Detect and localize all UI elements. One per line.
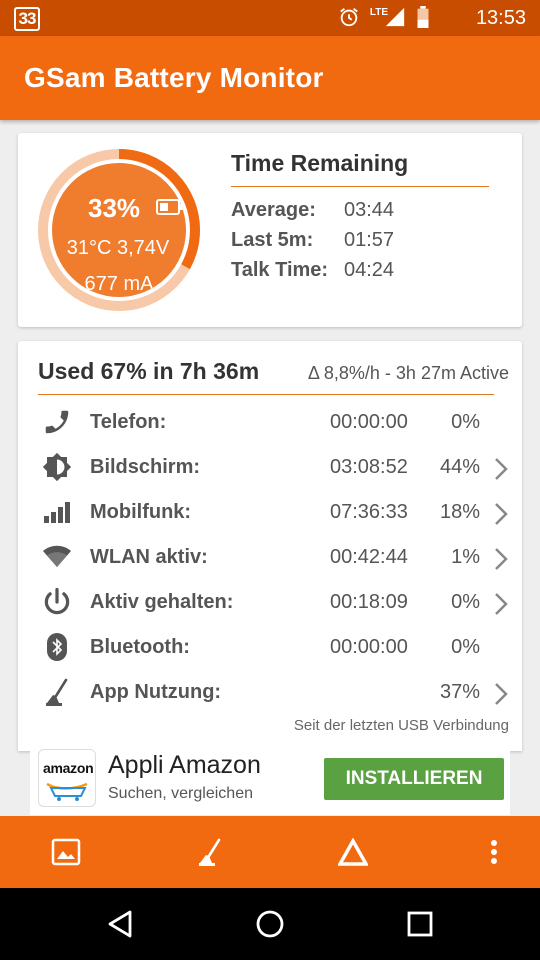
usage-row-app-nutzung[interactable]: App Nutzung: 37% (18, 671, 522, 716)
screen-brightness-icon (40, 450, 74, 484)
chevron-right-icon (495, 593, 508, 615)
status-icons: LTE (338, 6, 430, 28)
chevron-right-icon (495, 683, 508, 705)
time-remaining-value: 01:57 (344, 229, 395, 251)
usage-name: Bluetooth: (90, 636, 190, 658)
broom-icon (40, 675, 74, 709)
usage-row-bluetooth: Bluetooth: 00:00:00 0% (18, 626, 522, 671)
usage-time: 00:18:09 (330, 591, 408, 613)
usage-row-bildschirm[interactable]: Bildschirm: 03:08:52 44% (18, 446, 522, 491)
usage-footnote: Seit der letzten USB Verbindung (293, 717, 509, 734)
time-remaining-label: Last 5m: (231, 229, 314, 251)
delta-icon[interactable] (337, 836, 369, 868)
battery-temp-voltage: 31°C 3,74V (66, 237, 170, 259)
usage-percent: 18% (439, 501, 480, 523)
bluetooth-icon (40, 630, 74, 664)
usage-time: 00:00:00 (330, 636, 408, 658)
phone-icon (40, 405, 74, 439)
usage-percent: 44% (439, 456, 480, 478)
chevron-right-icon (495, 458, 508, 480)
time-remaining-label: Talk Time: (231, 259, 329, 281)
image-icon[interactable] (50, 836, 82, 868)
app-title: GSam Battery Monitor (24, 62, 324, 93)
cell-signal-icon (40, 495, 74, 529)
battery-low-icon (417, 6, 429, 28)
usage-name: App Nutzung: (90, 681, 222, 703)
signal-icon (385, 7, 405, 27)
usage-row-wlan[interactable]: WLAN aktiv: 00:42:44 1% (18, 536, 522, 581)
usage-title: Used 67% in 7h 36m (38, 358, 260, 384)
alarm-icon (340, 8, 358, 27)
usage-time: 03:08:52 (330, 456, 408, 478)
ad-subtitle: Suchen, vergleichen (108, 785, 253, 802)
usage-row-mobilfunk[interactable]: Mobilfunk: 07:36:33 18% (18, 491, 522, 536)
divider (38, 394, 494, 395)
battery-current: 677 mA (84, 273, 154, 295)
battery-summary-card[interactable]: 33% 31°C 3,74V 677 mA Time Remaining Ave… (18, 133, 522, 327)
usage-name: Mobilfunk: (90, 501, 192, 523)
more-vert-icon[interactable] (478, 836, 510, 868)
usage-name: Aktiv gehalten: (90, 591, 234, 613)
divider (231, 186, 489, 187)
chevron-right-icon (495, 503, 508, 525)
usage-time: 07:36:33 (330, 501, 408, 523)
usage-time: 00:00:00 (330, 411, 408, 433)
usage-percent: 0% (451, 636, 480, 658)
app-bar: GSam Battery Monitor (0, 36, 540, 120)
amazon-app-logo: amazon (38, 749, 96, 807)
notification-badge: 33 (14, 7, 40, 31)
clock: 13:53 (475, 7, 526, 29)
home-icon[interactable] (252, 906, 288, 942)
usage-card: Used 67% in 7h 36m Δ 8,8%/h - 3h 27m Act… (18, 341, 522, 751)
battery-gauge[interactable]: 33% 31°C 3,74V 677 mA (36, 147, 202, 313)
ad-title: Appli Amazon (108, 751, 261, 779)
power-icon (40, 585, 74, 619)
usage-row-aktiv-gehalten[interactable]: Aktiv gehalten: 00:18:09 0% (18, 581, 522, 626)
time-remaining-label: Average: (231, 199, 316, 221)
usage-name: Telefon: (90, 411, 167, 433)
usage-name: WLAN aktiv: (90, 546, 208, 568)
usage-time: 00:42:44 (330, 546, 408, 568)
wifi-icon (40, 540, 74, 574)
chevron-right-icon (495, 548, 508, 570)
time-remaining-title: Time Remaining (231, 150, 409, 176)
back-icon[interactable] (102, 906, 138, 942)
broom-icon[interactable] (193, 836, 225, 868)
usage-row-telefon: Telefon: 00:00:00 0% (18, 401, 522, 446)
battery-icon (156, 199, 183, 215)
shopping-cart-icon (46, 782, 88, 801)
usage-percent: 37% (439, 681, 480, 703)
amazon-logo-text: amazon (43, 760, 94, 776)
time-remaining-value: 03:44 (344, 199, 395, 221)
time-remaining-value: 04:24 (344, 259, 395, 281)
install-button[interactable]: INSTALLIEREN (324, 758, 504, 800)
usage-percent: 0% (451, 591, 480, 613)
recents-icon[interactable] (402, 906, 438, 942)
bottom-toolbar (0, 816, 540, 888)
battery-percent: 33% (88, 193, 141, 223)
ad-banner[interactable]: amazon Appli Amazon Suchen, vergleichen … (30, 741, 510, 815)
status-bar: 33 LTE 13:53 (0, 0, 540, 36)
navigation-bar (0, 888, 540, 960)
usage-name: Bildschirm: (90, 456, 201, 478)
usage-percent: 0% (451, 411, 480, 433)
usage-percent: 1% (451, 546, 480, 568)
usage-rate: Δ 8,8%/h - 3h 27m Active (307, 363, 509, 383)
